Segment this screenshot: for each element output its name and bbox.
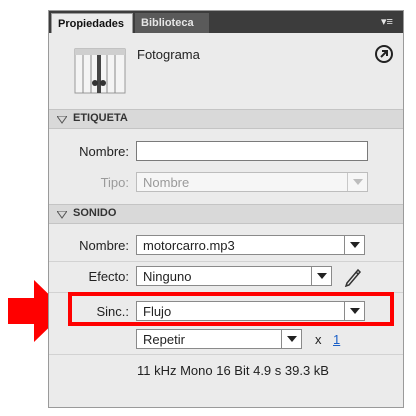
tab-biblioteca[interactable]: Biblioteca bbox=[135, 13, 209, 33]
tipo-value: Nombre bbox=[143, 175, 190, 190]
panel-tab-bar: Propiedades Biblioteca ▾≡ bbox=[49, 11, 403, 33]
edit-pencil-icon[interactable] bbox=[343, 265, 363, 287]
panel-header: Fotograma bbox=[49, 33, 403, 113]
collapse-triangle-icon bbox=[57, 116, 67, 124]
repeat-value: Repetir bbox=[143, 332, 185, 347]
help-icon[interactable] bbox=[375, 45, 393, 63]
tipo-dropdown[interactable]: Nombre bbox=[136, 172, 368, 192]
effect-value: Ninguno bbox=[143, 269, 192, 284]
sound-name-value: motorcarro.mp3 bbox=[143, 238, 235, 253]
effect-dropdown[interactable]: Ninguno bbox=[136, 266, 332, 286]
chevron-down-icon bbox=[281, 330, 301, 348]
properties-panel: Propiedades Biblioteca ▾≡ Fotograma ETIQ… bbox=[48, 10, 404, 408]
sound-info: 11 kHz Mono 16 Bit 4.9 s 39.3 kB bbox=[137, 363, 329, 378]
label-nombre-etiqueta: Nombre: bbox=[79, 144, 129, 159]
section-label: ETIQUETA bbox=[73, 112, 128, 124]
times-label: x bbox=[315, 332, 322, 347]
repeat-dropdown[interactable]: Repetir bbox=[136, 329, 302, 349]
label-tipo: Tipo: bbox=[100, 175, 129, 190]
section-label: SONIDO bbox=[73, 207, 117, 219]
annotation-highlight-box bbox=[68, 292, 394, 326]
repeat-count-value[interactable]: 1 bbox=[333, 332, 340, 347]
label-efecto: Efecto: bbox=[88, 269, 129, 284]
sound-name-dropdown[interactable]: motorcarro.mp3 bbox=[136, 235, 365, 255]
divider bbox=[49, 261, 403, 262]
label-nombre-sonido: Nombre: bbox=[79, 238, 129, 253]
tab-propiedades[interactable]: Propiedades bbox=[51, 13, 133, 33]
etiqueta-name-input[interactable] bbox=[136, 141, 368, 161]
section-sonido[interactable]: SONIDO bbox=[49, 204, 403, 224]
frame-thumbnail-icon bbox=[74, 48, 126, 94]
panel-title: Fotograma bbox=[137, 47, 200, 62]
chevron-down-icon bbox=[347, 173, 367, 191]
collapse-triangle-icon bbox=[57, 211, 67, 219]
chevron-down-icon bbox=[311, 267, 331, 285]
chevron-down-icon bbox=[344, 236, 364, 254]
section-etiqueta[interactable]: ETIQUETA bbox=[49, 109, 403, 129]
divider bbox=[49, 354, 403, 355]
panel-menu-icon[interactable]: ▾≡ bbox=[377, 15, 397, 29]
